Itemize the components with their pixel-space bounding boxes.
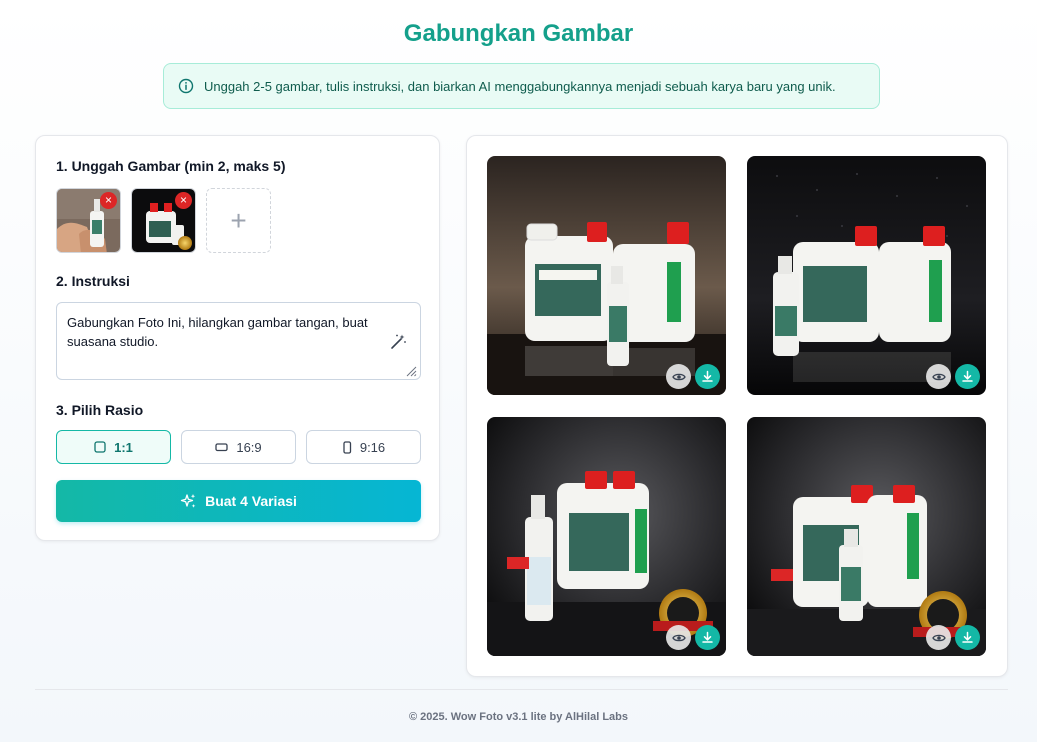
ratio-heading: 3. Pilih Rasio: [56, 402, 144, 418]
ratio-label: 16:9: [236, 439, 262, 455]
ratio-label: 1:1: [114, 439, 133, 455]
info-banner: Unggah 2-5 gambar, tulis instruksi, dan …: [163, 63, 880, 109]
generate-button[interactable]: Buat 4 Variasi: [56, 480, 421, 522]
download-icon: [962, 370, 973, 382]
eye-icon: [671, 634, 686, 641]
eye-icon: [931, 634, 946, 641]
ratio-option-1-1[interactable]: 1:1: [56, 430, 171, 464]
download-icon: [702, 631, 713, 643]
portrait-icon: [343, 440, 351, 454]
landscape-icon: [215, 443, 228, 452]
results-panel: [466, 135, 1008, 677]
remove-image-button[interactable]: ×: [100, 192, 117, 209]
instruction-heading: 2. Instruksi: [56, 273, 130, 289]
magic-wand-icon[interactable]: [389, 333, 407, 351]
result-image-2[interactable]: [747, 156, 986, 395]
view-button[interactable]: [666, 625, 691, 650]
info-icon: [178, 78, 194, 94]
download-icon: [702, 370, 713, 382]
result-image-3[interactable]: [487, 417, 726, 656]
footer-text: © 2025. Wow Foto v3.1 lite by AlHilal La…: [409, 711, 628, 723]
instruction-textarea[interactable]: Gabungkan Foto Ini, hilangkan gambar tan…: [56, 302, 421, 380]
download-button[interactable]: [695, 625, 720, 650]
uploaded-image-1[interactable]: ×: [56, 188, 121, 253]
uploaded-image-2[interactable]: ×: [131, 188, 196, 253]
upload-heading: 1. Unggah Gambar (min 2, maks 5): [56, 158, 286, 174]
square-icon: [94, 441, 106, 453]
view-button[interactable]: [666, 364, 691, 389]
download-button[interactable]: [955, 625, 980, 650]
input-panel: 1. Unggah Gambar (min 2, maks 5) × × + 2…: [35, 135, 440, 541]
download-icon: [962, 631, 973, 643]
view-button[interactable]: [926, 364, 951, 389]
result-photo: [487, 156, 726, 395]
footer-divider: [35, 689, 1008, 690]
result-image-4[interactable]: [747, 417, 986, 656]
download-button[interactable]: [695, 364, 720, 389]
eye-icon: [931, 373, 946, 380]
result-image-1[interactable]: [487, 156, 726, 395]
ratio-option-16-9[interactable]: 16:9: [181, 430, 296, 464]
view-button[interactable]: [926, 625, 951, 650]
remove-image-button[interactable]: ×: [175, 192, 192, 209]
resize-grip-icon[interactable]: [405, 365, 417, 377]
download-button[interactable]: [955, 364, 980, 389]
generate-button-label: Buat 4 Variasi: [205, 493, 297, 509]
result-photo: [747, 156, 986, 395]
add-image-button[interactable]: +: [206, 188, 271, 253]
eye-icon: [671, 373, 686, 380]
page-title: Gabungkan Gambar: [403, 20, 634, 47]
ratio-label: 9:16: [359, 439, 386, 455]
sparkles-icon: [180, 493, 196, 508]
ratio-option-9-16[interactable]: 9:16: [306, 430, 421, 464]
info-text: Unggah 2-5 gambar, tulis instruksi, dan …: [204, 78, 836, 94]
result-photo: [487, 417, 726, 656]
result-photo: [747, 417, 986, 656]
